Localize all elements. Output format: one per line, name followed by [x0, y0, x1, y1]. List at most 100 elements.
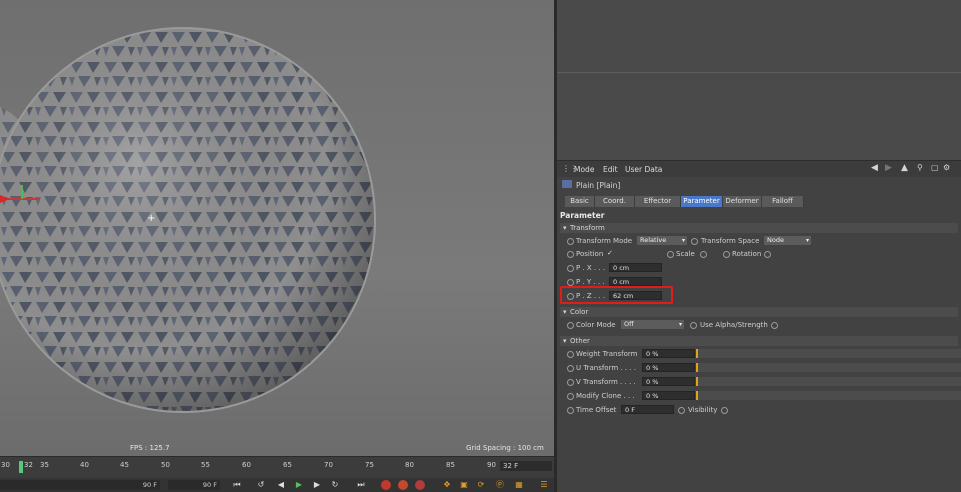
previous-frame-icon[interactable]: ◀ — [276, 480, 286, 490]
visibility-radio[interactable] — [678, 407, 685, 414]
transform-space-radio[interactable] — [691, 238, 698, 245]
tab-parameter[interactable]: Parameter — [681, 196, 723, 207]
lock-icon[interactable]: ▢ — [931, 163, 939, 172]
timeline-tick: 65 — [283, 461, 292, 469]
u-transform-field[interactable]: 0 % — [642, 363, 695, 372]
tab-basic[interactable]: Basic — [565, 196, 595, 207]
v-transform-field[interactable]: 0 % — [642, 377, 695, 386]
param-key-icon[interactable]: Ⓟ — [495, 480, 505, 490]
modify-clone-field[interactable]: 0 % — [642, 391, 695, 400]
timeline-tick: 90 — [487, 461, 496, 469]
up-arrow-icon[interactable]: ▲ — [901, 163, 908, 173]
modify-clone-radio[interactable] — [567, 393, 574, 400]
position-radio[interactable] — [567, 251, 574, 258]
3d-viewport[interactable]: + FPS : 125.7 Grid Spacing : 100 cm — [0, 0, 554, 456]
u-transform-slider[interactable] — [696, 363, 961, 372]
object-header: Plain [Plain] — [557, 177, 961, 197]
weight-transform-slider-knob[interactable] — [696, 349, 698, 358]
object-manager-panel[interactable] — [557, 0, 961, 160]
timeline-menu-icon[interactable]: ☰ — [539, 480, 549, 490]
color-mode-dropdown[interactable]: Off — [621, 320, 684, 329]
tab-effector[interactable]: Effector — [635, 196, 681, 207]
tab-deformer[interactable]: Deformer — [723, 196, 762, 207]
color-mode-label: Color Mode — [576, 321, 616, 329]
tab-coord[interactable]: Coord. — [595, 196, 635, 207]
transform-section-header[interactable]: Transform — [560, 223, 958, 233]
time-offset-field[interactable]: 0 F — [621, 405, 674, 414]
transform-mode-dropdown[interactable]: Relative — [637, 236, 687, 245]
other-section-header[interactable]: Other — [560, 336, 958, 346]
fps-readout: FPS : 125.7 — [130, 444, 170, 452]
modify-clone-slider[interactable] — [696, 391, 961, 400]
position-label: Position — [576, 250, 604, 258]
py-label: P . Y . . . — [576, 278, 605, 286]
px-radio[interactable] — [567, 265, 574, 272]
py-radio[interactable] — [567, 279, 574, 286]
u-transform-radio[interactable] — [567, 365, 574, 372]
pla-key-icon[interactable]: ▦ — [514, 480, 524, 490]
timeline-tick: 55 — [201, 461, 210, 469]
go-to-start-icon[interactable]: ⏮ — [232, 480, 242, 490]
playhead-marker[interactable] — [19, 461, 23, 473]
axis-gizmo — [0, 185, 40, 203]
py-field[interactable]: 0 cm — [609, 277, 662, 286]
next-key-icon[interactable]: ↻ — [330, 480, 340, 490]
scale-radio[interactable] — [667, 251, 674, 258]
v-transform-slider[interactable] — [696, 377, 961, 386]
weight-transform-label: Weight Transform — [576, 350, 638, 358]
visibility-checkbox[interactable] — [721, 407, 728, 414]
start-frame-field[interactable]: 90 F — [0, 480, 160, 490]
weight-transform-slider[interactable] — [696, 349, 961, 358]
autokey-icon[interactable] — [398, 480, 408, 490]
v-transform-slider-knob[interactable] — [696, 377, 698, 386]
move-key-icon[interactable]: ✥ — [442, 480, 452, 490]
color-mode-radio[interactable] — [567, 322, 574, 329]
color-section-header[interactable]: Color — [560, 307, 958, 317]
weight-transform-field[interactable]: 0 % — [642, 349, 695, 358]
timeline-tick: 50 — [161, 461, 170, 469]
time-offset-radio[interactable] — [567, 407, 574, 414]
current-frame-field[interactable]: 32 F — [500, 461, 552, 471]
timeline-tick: 45 — [120, 461, 129, 469]
menu-edit[interactable]: Edit — [603, 165, 618, 174]
transform-mode-radio[interactable] — [567, 238, 574, 245]
tab-falloff[interactable]: Falloff — [762, 196, 804, 207]
v-transform-radio[interactable] — [567, 379, 574, 386]
keyframe-selection-icon[interactable] — [415, 480, 425, 490]
end-frame-field[interactable]: 90 F — [168, 480, 220, 490]
v-transform-label: V Transform . . . . — [576, 378, 636, 386]
forward-arrow-icon[interactable]: ▶ — [885, 163, 892, 173]
menu-mode[interactable]: Mode — [574, 165, 594, 174]
alpha-checkbox[interactable] — [771, 322, 778, 329]
timeline-tick: 35 — [40, 461, 49, 469]
pz-highlight-box — [560, 286, 673, 304]
settings-icon[interactable]: ⚙ — [943, 163, 950, 172]
scale-checkbox[interactable] — [700, 251, 707, 258]
play-icon[interactable]: ▶ — [294, 480, 304, 490]
back-arrow-icon[interactable]: ◀ — [871, 163, 878, 173]
previous-key-icon[interactable]: ↺ — [256, 480, 266, 490]
u-transform-slider-knob[interactable] — [696, 363, 698, 372]
weight-transform-radio[interactable] — [567, 351, 574, 358]
scale-key-icon[interactable]: ▣ — [459, 480, 469, 490]
alpha-radio[interactable] — [690, 322, 697, 329]
timeline[interactable]: 30 32 35 40 45 50 55 60 65 70 75 80 85 9… — [0, 456, 554, 479]
transform-space-dropdown[interactable]: Node — [764, 236, 811, 245]
time-offset-label: Time Offset — [576, 406, 617, 414]
go-to-end-icon[interactable]: ⏭ — [356, 480, 366, 490]
timeline-tick: 30 — [1, 461, 10, 469]
search-icon[interactable]: ⚲ — [917, 163, 923, 172]
u-transform-label: U Transform . . . . — [576, 364, 636, 372]
position-checkbox[interactable]: ✓ — [607, 249, 613, 257]
px-field[interactable]: 0 cm — [609, 263, 662, 272]
record-icon[interactable] — [381, 480, 391, 490]
modify-clone-slider-knob[interactable] — [696, 391, 698, 400]
rotation-key-icon[interactable]: ⟳ — [476, 480, 486, 490]
transform-mode-label: Transform Mode — [576, 237, 633, 245]
modify-clone-label: Modify Clone . . . — [576, 392, 635, 400]
rotation-radio[interactable] — [723, 251, 730, 258]
next-frame-icon[interactable]: ▶ — [312, 480, 322, 490]
menu-user-data[interactable]: User Data — [625, 165, 662, 174]
rotation-checkbox[interactable] — [764, 251, 771, 258]
visibility-label: Visibility — [688, 406, 718, 414]
